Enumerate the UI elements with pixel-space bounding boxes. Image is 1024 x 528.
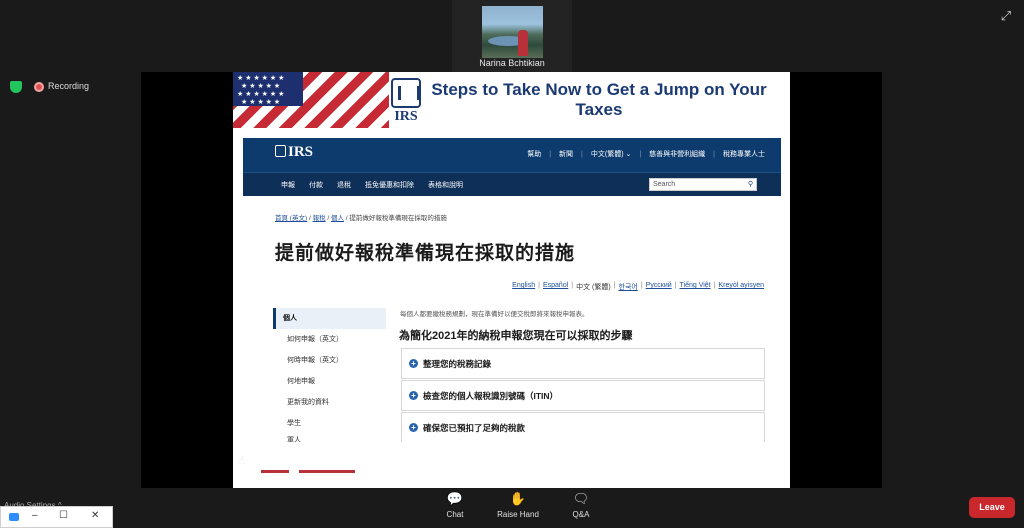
nav-credits[interactable]: 抵免優惠和扣除 — [365, 180, 414, 190]
slide-footer-bar — [261, 470, 289, 473]
accordion-withholding[interactable]: + 確保您已預扣了足夠的稅款 — [401, 412, 765, 442]
hand-cursor-icon: ☝ — [238, 453, 246, 467]
news-link[interactable]: 新聞 — [559, 149, 573, 159]
sidebar-item-update-info[interactable]: 更新我的資料 — [273, 392, 386, 413]
mini-window-controls: – ☐ ✕ — [0, 506, 113, 528]
sidebar-item-students[interactable]: 學生 — [273, 413, 386, 434]
lang-chinese: 中文 (繁體) — [576, 284, 611, 291]
section-heading: 為簡化2021年的納稅申報您現在可以採取的步驟 — [399, 330, 633, 342]
slide-footer-bar — [299, 470, 355, 473]
participant-video — [482, 6, 543, 58]
slide-headline: Steps to Take Now to Get a Jump on Your … — [431, 80, 767, 119]
accordion-organize-records[interactable]: + 整理您的稅務記錄 — [401, 348, 765, 379]
language-links: English | Español | 中文 (繁體) | 한국어 | Русский |… — [512, 282, 764, 292]
maximize-icon[interactable]: ☐ — [59, 510, 68, 521]
presentation-slide: ★ ★ ★ ★ ★ ★ ★ ★ ★ ★ ★ ★ ★ ★ ★ ★ ★ ★ ★ ★ … — [233, 72, 790, 488]
breadcrumb: 首頁 (英文) / 報稅 / 個人 / 提前做好報稅準備現在採取的措施 — [275, 215, 447, 222]
raise-hand-button[interactable]: ✋ Raise Hand — [488, 491, 548, 520]
search-input[interactable]: Search ⚲ — [649, 178, 757, 191]
participant-video-tile[interactable]: Narina Bchtikian — [452, 0, 572, 72]
participant-name: Narina Bchtikian — [479, 58, 545, 68]
language-dropdown[interactable]: 中文(繁體) ⌄ — [591, 149, 631, 159]
minimize-icon[interactable]: – — [32, 510, 38, 521]
lang-spanish[interactable]: Español — [543, 282, 568, 292]
zoom-app-icon — [9, 513, 19, 521]
leave-button[interactable]: Leave — [969, 497, 1015, 518]
plus-circle-icon: + — [409, 391, 418, 400]
eagle-icon — [275, 145, 286, 157]
search-icon[interactable]: ⚲ — [748, 180, 753, 188]
plus-circle-icon: + — [409, 359, 418, 368]
nav-file[interactable]: 申報 — [281, 180, 295, 190]
accordion-check-itin[interactable]: + 檢查您的個人報稅識別號碼（ITIN） — [401, 380, 765, 411]
lang-english[interactable]: English — [512, 282, 535, 292]
intro-text: 每個人都要繳稅務規劃，現在準備好以便交稅即將來報稅申報表。 — [400, 311, 589, 318]
sidebar-menu: 個人 如何申報（英文） 何時申報（英文） 何地申報 更新我的資料 學生 軍人 — [273, 308, 386, 442]
nav-pay[interactable]: 付款 — [309, 180, 323, 190]
help-link[interactable]: 幫助 — [527, 149, 541, 159]
lang-korean[interactable]: 한국어 — [619, 282, 638, 292]
qa-button[interactable]: 🗨 Q&A — [551, 491, 611, 520]
sidebar-item-individuals[interactable]: 個人 — [273, 308, 386, 329]
breadcrumb-current: 提前做好報稅準備現在採取的措施 — [349, 215, 447, 222]
eagle-icon — [391, 78, 421, 108]
close-icon[interactable]: ✕ — [91, 510, 99, 521]
chat-button[interactable]: 💬 Chat — [425, 491, 485, 520]
qa-icon: 🗨 — [572, 491, 590, 506]
lang-creole[interactable]: Kreyòl ayisyen — [718, 282, 764, 292]
tax-pros-link[interactable]: 稅務專業人士 — [723, 149, 765, 159]
lang-russian[interactable]: Русский — [646, 282, 672, 292]
zoom-meeting-window: Narina Bchtikian ⤢ Recording ★ ★ ★ ★ ★ ★… — [0, 0, 1024, 528]
nav-refunds[interactable]: 退稅 — [337, 180, 351, 190]
sidebar-item-military[interactable]: 軍人 — [273, 434, 386, 442]
nav-forms[interactable]: 表格和說明 — [428, 180, 463, 190]
breadcrumb-file[interactable]: 報稅 — [313, 215, 326, 222]
expand-icon[interactable]: ⤢ — [998, 8, 1014, 24]
recording-label: Recording — [48, 81, 90, 91]
charities-link[interactable]: 慈善與非營利組織 — [649, 149, 705, 159]
plus-circle-icon: + — [409, 423, 418, 432]
recording-icon — [34, 82, 44, 92]
sidebar-item-how-to-file[interactable]: 如何申報（英文） — [273, 329, 386, 350]
page-title: 提前做好報稅準備現在採取的措施 — [275, 243, 576, 264]
breadcrumb-home[interactable]: 首頁 (英文) — [275, 215, 307, 222]
security-shield-icon[interactable] — [10, 81, 22, 93]
sidebar-item-when-to-file[interactable]: 何時申報（英文） — [273, 350, 386, 371]
breadcrumb-individuals[interactable]: 個人 — [331, 215, 344, 222]
hand-icon: ✋ — [509, 491, 527, 506]
irs-logo: IRS — [389, 78, 423, 124]
irs-site-logo[interactable]: IRS — [275, 144, 313, 161]
sidebar-item-where-to-file[interactable]: 何地申報 — [273, 371, 386, 392]
american-flag-image: ★ ★ ★ ★ ★ ★ ★ ★ ★ ★ ★ ★ ★ ★ ★ ★ ★ ★ ★ ★ … — [233, 72, 389, 128]
lang-vietnamese[interactable]: Tiếng Việt — [680, 282, 711, 292]
chat-icon: 💬 — [446, 491, 464, 506]
irs-header-bar: IRS 幫助 | 新聞 | 中文(繁體) ⌄ | 慈善與非營利組織 | 稅務專業… — [243, 138, 781, 172]
irs-main-nav: 申報 付款 退稅 抵免優惠和扣除 表格和說明 Search ⚲ — [243, 172, 781, 196]
